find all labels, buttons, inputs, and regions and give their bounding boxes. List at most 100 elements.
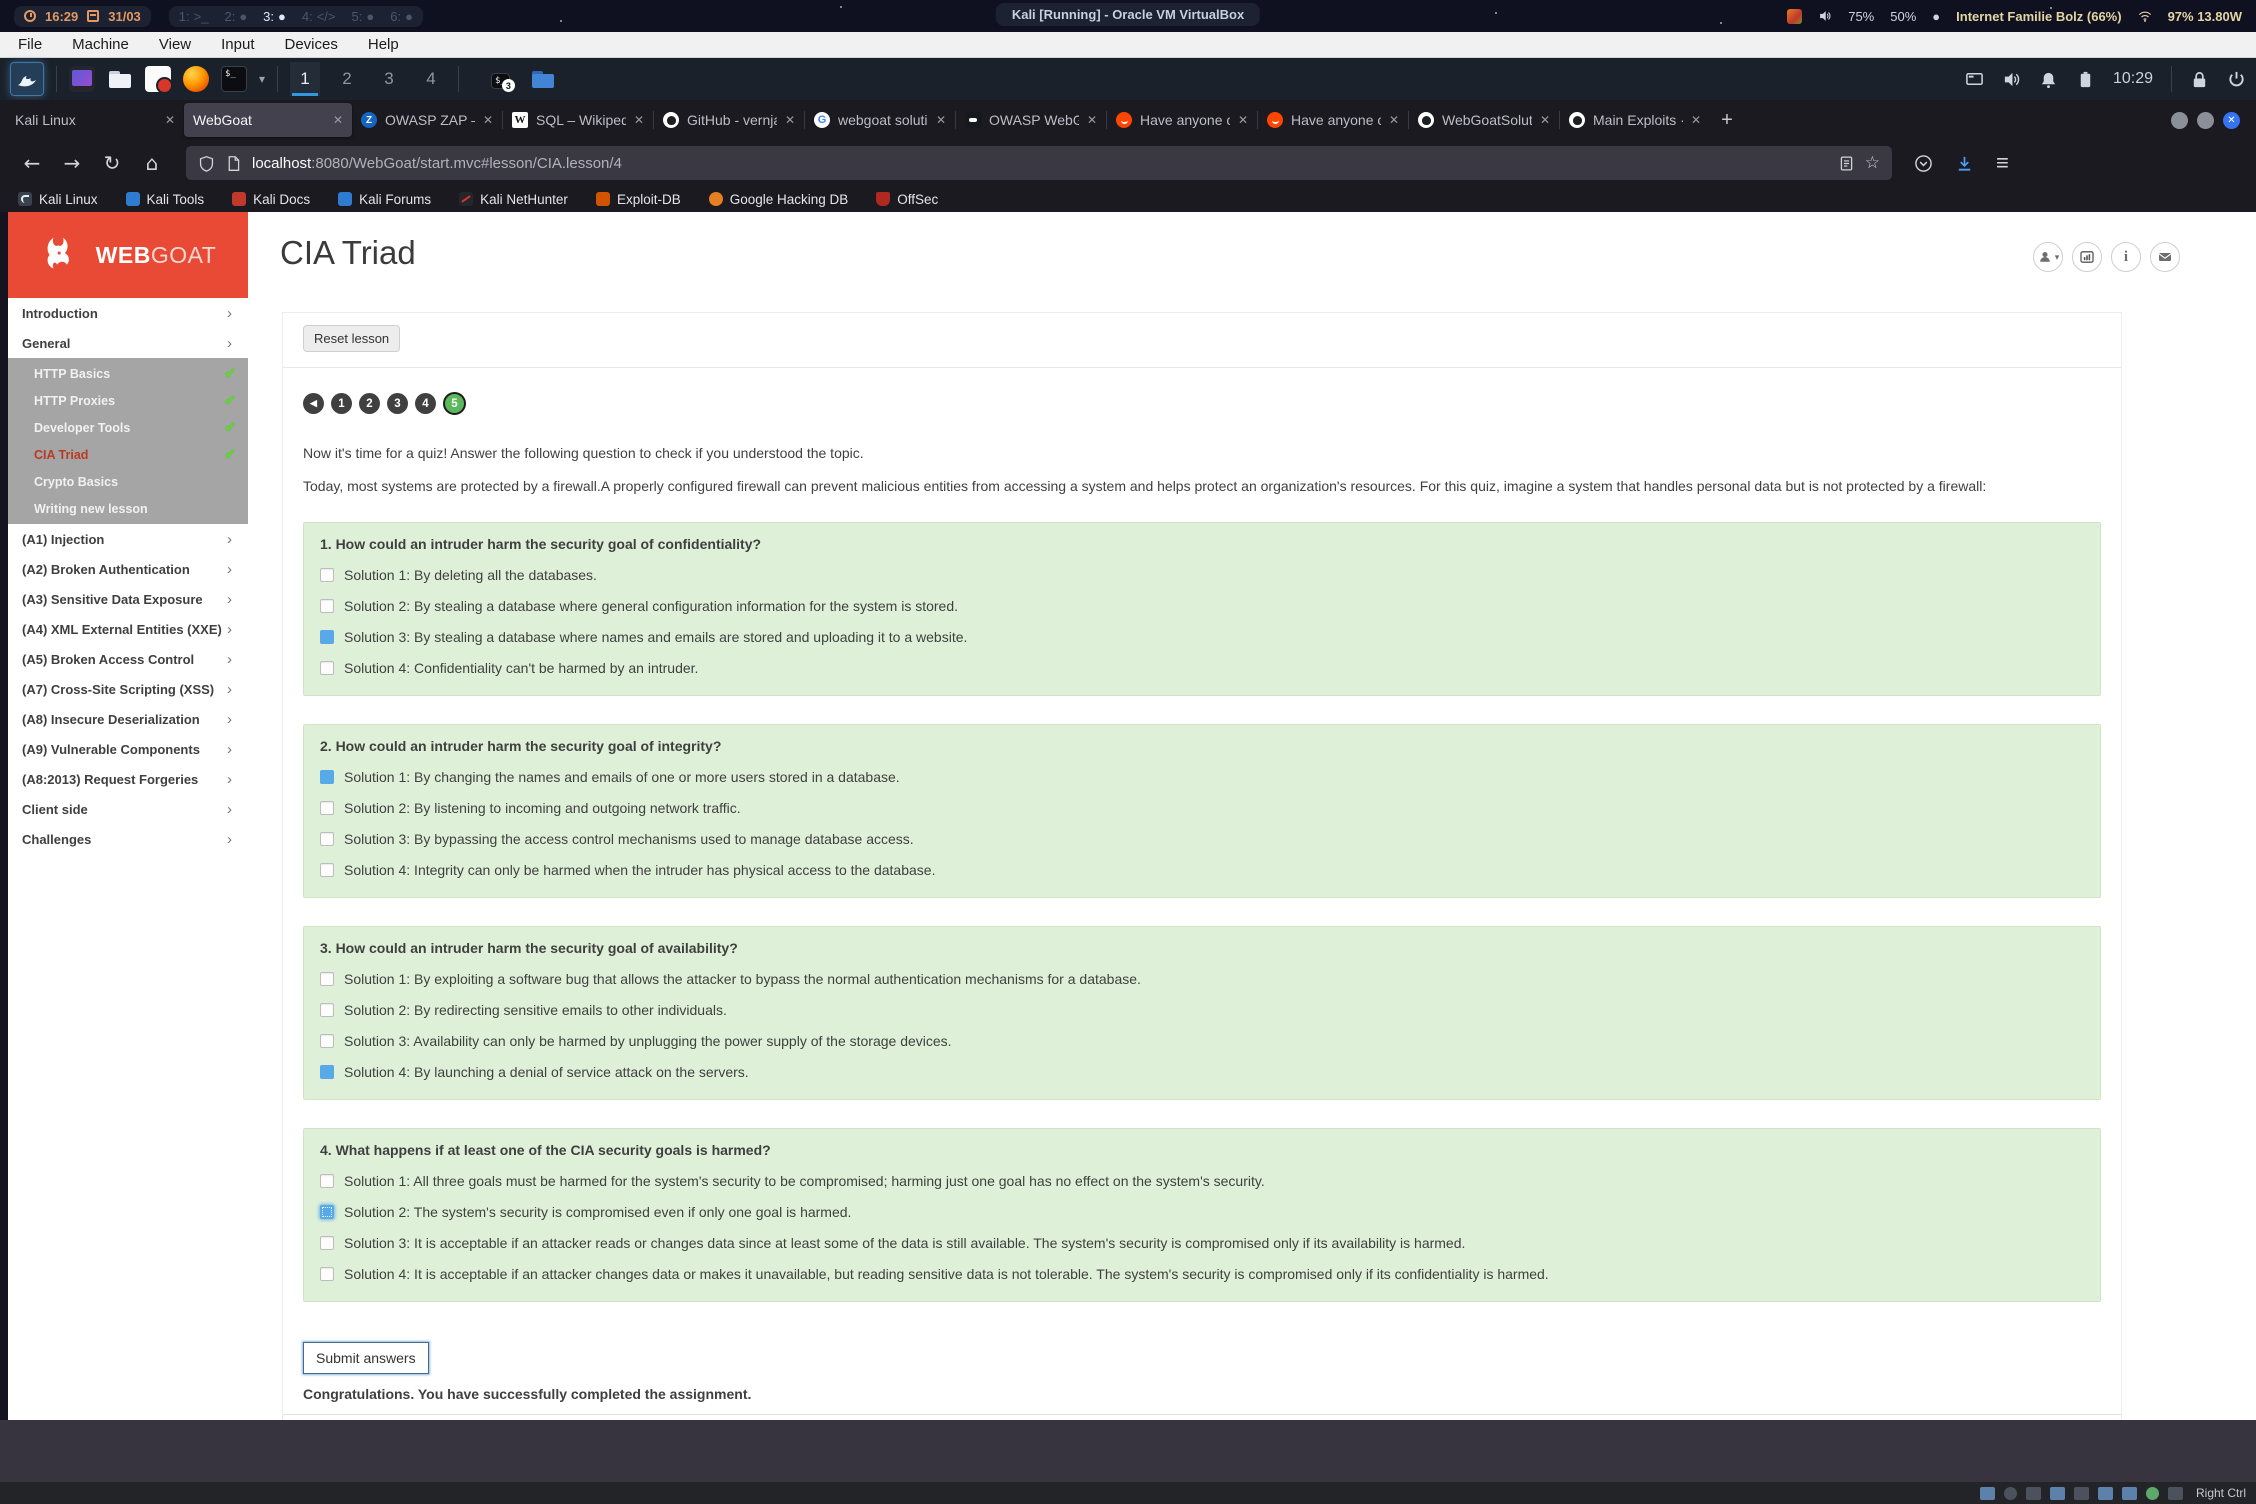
audio-status-icon[interactable] bbox=[2002, 70, 2021, 89]
user-menu-button[interactable]: ▾ bbox=[2033, 242, 2063, 272]
submit-answers-button[interactable]: Submit answers bbox=[303, 1342, 429, 1374]
answer-option[interactable]: Solution 2: The system's security is com… bbox=[320, 1204, 2084, 1220]
checkbox-unchecked[interactable] bbox=[320, 1003, 334, 1017]
menu-view[interactable]: View bbox=[159, 36, 191, 53]
checkbox-unchecked[interactable] bbox=[320, 1174, 334, 1188]
page-3-button[interactable]: 3 bbox=[387, 393, 408, 414]
checkbox-unchecked[interactable] bbox=[320, 1034, 334, 1048]
tab-kali-linux[interactable]: Kali Linux ✕ bbox=[6, 103, 184, 137]
tracking-shield-icon[interactable] bbox=[198, 155, 215, 172]
page-1-button[interactable]: 1 bbox=[331, 393, 352, 414]
tab-webgoatsolutions-repo[interactable]: WebGoatSolutions/S ✕ bbox=[1409, 103, 1559, 137]
workspace-4-button[interactable]: 4 bbox=[416, 62, 446, 96]
reload-button[interactable]: ↻ bbox=[94, 146, 130, 180]
checkbox-unchecked[interactable] bbox=[320, 599, 334, 613]
sidebar-item-a2-broken-authentication[interactable]: (A2) Broken Authentication› bbox=[8, 554, 248, 584]
sidebar-item-client-side[interactable]: Client side› bbox=[8, 794, 248, 824]
tab-webgoat-solutions-search[interactable]: webgoat solutions - ✕ bbox=[805, 103, 955, 137]
lock-screen-icon[interactable] bbox=[2190, 70, 2209, 89]
checkbox-checked[interactable] bbox=[320, 630, 334, 644]
bookmark-star-icon[interactable]: ☆ bbox=[1865, 153, 1880, 173]
menu-file[interactable]: File bbox=[18, 36, 42, 53]
checkbox-unchecked[interactable] bbox=[320, 863, 334, 877]
answer-option[interactable]: Solution 1: By changing the names and em… bbox=[320, 769, 2084, 785]
sidebar-item-a4-xxe[interactable]: (A4) XML External Entities (XXE)› bbox=[8, 614, 248, 644]
sidebar-item-http-basics[interactable]: HTTP Basics✔ bbox=[8, 360, 248, 387]
host-workspace-5[interactable]: 5:● bbox=[352, 9, 375, 24]
logout-power-icon[interactable] bbox=[2227, 70, 2246, 89]
checkbox-unchecked[interactable] bbox=[320, 1236, 334, 1250]
tab-owasp-zap[interactable]: OWASP ZAP – ZAP i ✕ bbox=[352, 103, 502, 137]
previous-page-button[interactable]: ◀ bbox=[303, 393, 324, 414]
address-bar[interactable]: localhost:8080/WebGoat/start.mvc#lesson/… bbox=[186, 146, 1892, 180]
answer-option[interactable]: Solution 3: By bypassing the access cont… bbox=[320, 831, 2084, 847]
tab-close-icon[interactable]: ✕ bbox=[1238, 113, 1248, 127]
bookmark-kali-nethunter[interactable]: Kali NetHunter bbox=[459, 192, 568, 207]
bookmark-kali-tools[interactable]: Kali Tools bbox=[126, 192, 205, 207]
host-workspace-3-active[interactable]: 3:● bbox=[263, 9, 286, 24]
new-tab-button[interactable]: + bbox=[1710, 103, 1744, 137]
workspace-1-button[interactable]: 1 bbox=[290, 62, 320, 96]
bookmark-exploit-db[interactable]: Exploit-DB bbox=[596, 192, 681, 207]
answer-option[interactable]: Solution 3: By stealing a database where… bbox=[320, 629, 2084, 645]
tab-main-exploits[interactable]: Main Exploits · WebG ✕ bbox=[1560, 103, 1710, 137]
answer-option[interactable]: Solution 2: By listening to incoming and… bbox=[320, 800, 2084, 816]
host-workspace-6[interactable]: 6:● bbox=[390, 9, 413, 24]
sidebar-item-a8-insecure-deserialization[interactable]: (A8) Insecure Deserialization› bbox=[8, 704, 248, 734]
answer-option[interactable]: Solution 3: It is acceptable if an attac… bbox=[320, 1235, 2084, 1251]
checkbox-unchecked[interactable] bbox=[320, 801, 334, 815]
running-files-window[interactable] bbox=[530, 66, 556, 92]
file-manager-icon[interactable] bbox=[107, 66, 133, 92]
checkbox-unchecked[interactable] bbox=[320, 661, 334, 675]
checkbox-unchecked[interactable] bbox=[320, 832, 334, 846]
display-status-icon[interactable] bbox=[1965, 70, 1984, 89]
site-info-icon[interactable] bbox=[225, 155, 242, 172]
sidebar-item-cia-triad-current[interactable]: CIA Triad✔ bbox=[8, 441, 248, 468]
workspace-switcher[interactable]: 1:>_ 2:● 3:● 4:</> 5:● 6:● bbox=[169, 6, 423, 27]
menu-input[interactable]: Input bbox=[221, 36, 254, 53]
tab-close-icon[interactable]: ✕ bbox=[1087, 113, 1097, 127]
tab-owasp-webgoat[interactable]: OWASP WebGoat: G ✕ bbox=[956, 103, 1106, 137]
tab-github-vernjan[interactable]: GitHub - vernjan/we ✕ bbox=[654, 103, 804, 137]
launcher-dropdown-icon[interactable]: ▾ bbox=[259, 72, 265, 86]
tab-close-icon[interactable]: ✕ bbox=[483, 113, 493, 127]
pocket-icon[interactable] bbox=[1914, 154, 1933, 173]
menu-machine[interactable]: Machine bbox=[72, 36, 129, 53]
bookmark-offsec[interactable]: OffSec bbox=[876, 192, 938, 207]
tab-close-icon[interactable]: ✕ bbox=[165, 113, 175, 127]
checkbox-checked[interactable] bbox=[320, 1065, 334, 1079]
terminal-launcher-icon[interactable]: $_ bbox=[221, 66, 247, 92]
answer-option[interactable]: Solution 1: By exploiting a software bug… bbox=[320, 971, 2084, 987]
sidebar-item-writing-new-lesson[interactable]: Writing new lesson bbox=[8, 495, 248, 522]
answer-option[interactable]: Solution 2: By stealing a database where… bbox=[320, 598, 2084, 614]
workspace-3-button[interactable]: 3 bbox=[374, 62, 404, 96]
checkbox-checked-focused[interactable] bbox=[320, 1205, 334, 1219]
sidebar-item-challenges[interactable]: Challenges› bbox=[8, 824, 248, 854]
answer-option[interactable]: Solution 4: By launching a denial of ser… bbox=[320, 1064, 2084, 1080]
checkbox-unchecked[interactable] bbox=[320, 972, 334, 986]
window-maximize-button[interactable] bbox=[2197, 112, 2214, 129]
sidebar-item-a3-sensitive-data-exposure[interactable]: (A3) Sensitive Data Exposure› bbox=[8, 584, 248, 614]
tab-webgoat-active[interactable]: WebGoat ✕ bbox=[184, 103, 352, 137]
tab-close-icon[interactable]: ✕ bbox=[1389, 113, 1399, 127]
reader-mode-icon[interactable] bbox=[1838, 155, 1855, 172]
lesson-info-button[interactable]: i bbox=[2111, 242, 2141, 272]
bookmark-kali-docs[interactable]: Kali Docs bbox=[232, 192, 310, 207]
sidebar-item-a1-injection[interactable]: (A1) Injection› bbox=[8, 524, 248, 554]
sidebar-item-crypto-basics[interactable]: Crypto Basics bbox=[8, 468, 248, 495]
tab-reddit-2[interactable]: Have anyone comple ✕ bbox=[1258, 103, 1408, 137]
host-workspace-1[interactable]: 1:>_ bbox=[179, 9, 209, 24]
menu-help[interactable]: Help bbox=[368, 36, 399, 53]
tab-close-icon[interactable]: ✕ bbox=[1540, 113, 1550, 127]
sidebar-item-introduction[interactable]: Introduction› bbox=[8, 298, 248, 328]
downloads-icon[interactable] bbox=[1955, 154, 1974, 173]
sidebar-item-http-proxies[interactable]: HTTP Proxies✔ bbox=[8, 387, 248, 414]
sidebar-item-general[interactable]: General› bbox=[8, 328, 248, 358]
menu-devices[interactable]: Devices bbox=[285, 36, 338, 53]
host-workspace-4[interactable]: 4:</> bbox=[302, 9, 336, 24]
page-2-button[interactable]: 2 bbox=[359, 393, 380, 414]
webgoat-logo[interactable]: WEBGOAT bbox=[8, 212, 248, 298]
sidebar-item-a7-xss[interactable]: (A7) Cross-Site Scripting (XSS)› bbox=[8, 674, 248, 704]
page-4-button[interactable]: 4 bbox=[415, 393, 436, 414]
text-editor-icon[interactable] bbox=[145, 66, 171, 92]
